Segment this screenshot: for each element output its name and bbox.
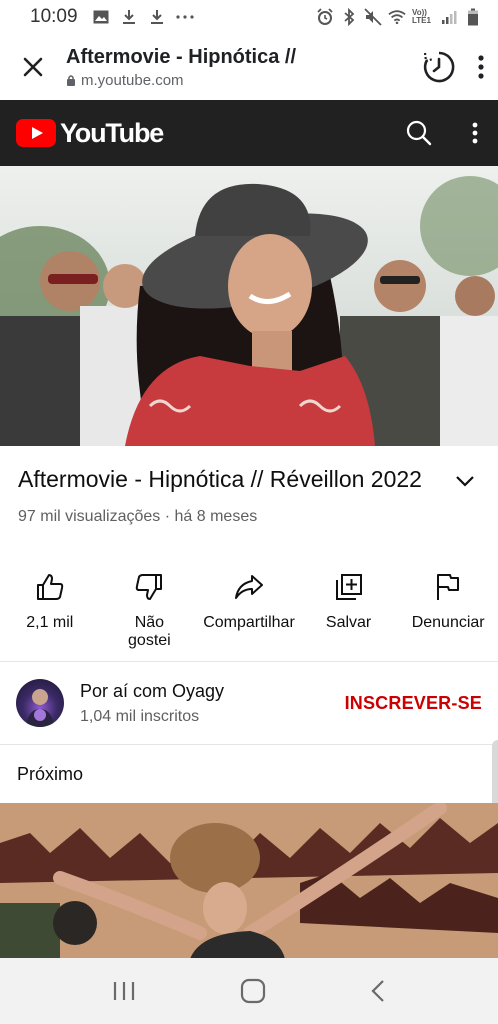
save-playlist-icon: [335, 574, 362, 600]
volte-icon: Vo)) LTE1: [412, 8, 431, 25]
close-icon: [23, 57, 43, 77]
flag-icon: [437, 574, 460, 600]
youtube-logo-text: YouTube: [60, 117, 164, 148]
subscribe-button[interactable]: INSCREVER-SE: [345, 693, 482, 714]
mute-icon: [364, 8, 382, 26]
channel-name: Por aí com Oyagy: [80, 680, 225, 701]
back-icon: [371, 980, 384, 1002]
status-notification-icons: [92, 8, 194, 26]
save-button[interactable]: Salvar: [299, 564, 399, 660]
more-dots-icon: [175, 8, 194, 26]
history-clock-icon: [423, 51, 455, 83]
history-button[interactable]: [422, 50, 456, 84]
alarm-icon: [316, 8, 334, 26]
like-count: 2,1 mil: [26, 614, 74, 631]
youtube-play-logo-icon: [16, 119, 56, 147]
wifi-icon: [388, 8, 406, 26]
youtube-header: YouTube: [0, 100, 498, 166]
expand-description-button[interactable]: [450, 466, 480, 496]
search-button[interactable]: [406, 120, 432, 146]
youtube-menu-button[interactable]: [472, 122, 478, 144]
thumbs-down-icon: [136, 574, 163, 600]
status-time: 10:09: [30, 6, 78, 27]
report-label: Denunciar: [411, 614, 485, 631]
signal-icon: [440, 8, 458, 26]
recent-apps-icon: [113, 982, 135, 1000]
chevron-down-icon: [456, 476, 474, 487]
video-actions-bar: 2,1 mil Não gostei Compartilhar Salvar D…: [0, 564, 498, 660]
thumbs-up-icon: [36, 574, 64, 600]
battery-icon: [464, 8, 482, 26]
status-bar: 10:09 Vo)) LTE1: [0, 0, 498, 34]
thumbnail-image: [0, 803, 498, 959]
share-button[interactable]: Compartilhar: [199, 564, 299, 660]
avatar-image: [26, 689, 54, 727]
video-meta: 97 mil visualizações · há 8 meses: [18, 508, 258, 525]
channel-row: Por aí com Oyagy 1,04 mil inscritos INSC…: [0, 662, 498, 744]
download-icon: [120, 8, 138, 26]
more-vertical-icon: [478, 55, 484, 79]
up-next-heading: Próximo: [17, 763, 84, 784]
video-player[interactable]: [0, 166, 498, 446]
youtube-logo[interactable]: YouTube: [16, 117, 164, 149]
browser-title-area[interactable]: Aftermovie - Hipnótica // m.youtube.com: [66, 46, 412, 89]
url-display: m.youtube.com: [66, 72, 412, 89]
lock-icon: [67, 75, 75, 86]
more-vertical-icon: [472, 122, 478, 144]
share-label: Compartilhar: [203, 614, 295, 631]
dislike-label: Não gostei: [128, 614, 171, 649]
channel-info[interactable]: Por aí com Oyagy 1,04 mil inscritos: [80, 681, 345, 726]
url-text: m.youtube.com: [81, 71, 184, 89]
recent-apps-button[interactable]: [112, 980, 136, 1002]
channel-avatar[interactable]: [16, 679, 64, 727]
video-frame-image: [0, 166, 498, 446]
image-icon: [92, 8, 110, 26]
like-button[interactable]: 2,1 mil: [0, 564, 100, 660]
video-info: Aftermovie - Hipnótica // Réveillon 2022…: [0, 446, 498, 526]
home-button[interactable]: [240, 978, 266, 1004]
divider: [0, 744, 498, 745]
home-icon: [240, 978, 266, 1004]
save-label: Salvar: [325, 614, 372, 631]
browser-menu-button[interactable]: [478, 55, 484, 79]
status-system-icons: Vo)) LTE1: [316, 8, 482, 26]
next-video-thumbnail[interactable]: [0, 803, 498, 959]
page-title: Aftermovie - Hipnótica //: [66, 45, 297, 68]
dislike-button[interactable]: Não gostei: [100, 564, 200, 660]
download-icon: [148, 8, 166, 26]
bluetooth-icon: [340, 8, 358, 26]
android-nav-bar: [0, 958, 498, 1024]
close-tab-button[interactable]: [18, 52, 48, 82]
browser-toolbar: Aftermovie - Hipnótica // m.youtube.com: [0, 34, 498, 100]
video-title[interactable]: Aftermovie - Hipnótica // Réveillon 2022: [18, 464, 438, 495]
search-icon: [406, 120, 432, 146]
back-button[interactable]: [370, 979, 386, 1003]
share-icon: [234, 575, 263, 599]
report-button[interactable]: Denunciar: [398, 564, 498, 660]
channel-subscribers: 1,04 mil inscritos: [80, 707, 200, 725]
